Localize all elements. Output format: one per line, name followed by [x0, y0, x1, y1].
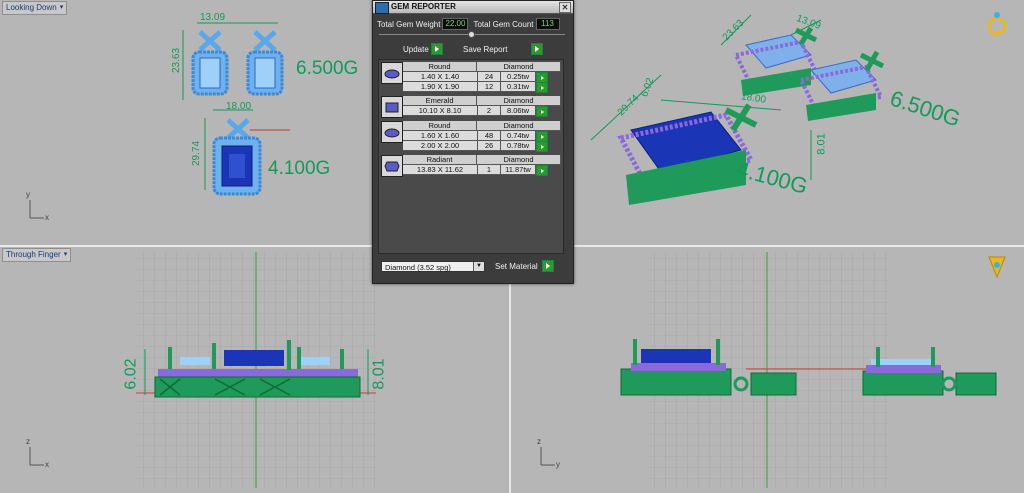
axis-z-label: z: [26, 437, 30, 446]
gem-tw: 0.31tw: [501, 82, 536, 92]
gem-table: Radiant Diamond 13.83 X 11.62 1 11.87tw: [403, 155, 561, 176]
gem-list[interactable]: Round Diamond 1.40 X 1.40 24 0.25tw 1.90…: [378, 59, 564, 254]
axis-y-label: y: [556, 460, 560, 469]
set-material-label: Set Material: [495, 261, 538, 271]
gem-dim: 13.83 X 11.62: [403, 165, 478, 175]
dim-earring-height: 23.63: [171, 47, 183, 74]
update-label: Update: [403, 44, 429, 54]
gem-table: Round Diamond 1.40 X 1.40 24 0.25tw 1.90…: [403, 62, 561, 93]
material-select-value: Diamond (3.52 spg): [385, 262, 451, 272]
set-material-button[interactable]: [541, 260, 554, 272]
dim-front-right-height: 8.01: [370, 358, 388, 390]
axis-x-label: x: [45, 213, 49, 222]
dim-earring-width: 13.09: [200, 12, 226, 23]
dim-front-left-height: 6.02: [122, 358, 140, 390]
gem-count: 12: [478, 82, 501, 92]
gem-material: Diamond: [477, 121, 561, 131]
material-row: Diamond (3.52 spg) ▼ Set Material: [381, 260, 554, 272]
total-count-value: 113: [535, 18, 560, 30]
gem-tw: 0.74tw: [501, 131, 536, 141]
gem-count: 48: [478, 131, 501, 141]
gem-tw: 0.78tw: [501, 141, 536, 151]
material-select[interactable]: Diamond (3.52 spg) ▼: [381, 260, 485, 272]
total-weight-label: Total Gem Weight: [377, 19, 441, 29]
round-gem-icon: [381, 121, 403, 143]
emerald-gem-icon: [381, 96, 403, 118]
gem-shape: Radiant: [403, 155, 478, 165]
play-icon: [531, 43, 544, 55]
gem-shape: Round: [403, 121, 478, 131]
dim-pendant-height: 29.74: [191, 140, 203, 167]
select-gems-button[interactable]: [536, 106, 548, 117]
gem-tw: 8.06tw: [501, 106, 536, 116]
label-earring-weight: 6.500G: [296, 58, 359, 79]
gem-table: Round Diamond 1.60 X 1.60 48 0.74tw 2.00…: [403, 121, 561, 152]
gem-dim: 2.00 X 2.00: [403, 141, 478, 151]
pendant-icon[interactable]: [988, 256, 1006, 279]
select-gems-button[interactable]: [536, 141, 548, 152]
viewport-perspective[interactable]: 23.63 13.09 29.74 6.02 18.00 8.01 6.500G…: [511, 0, 1024, 245]
dim-persp-side-height: 8.01: [815, 133, 828, 155]
gem-reporter-panel: GEM REPORTER ✕ Total Gem Weight 22.00 To…: [372, 0, 574, 284]
select-gems-button[interactable]: [536, 165, 548, 176]
panel-title: GEM REPORTER: [391, 2, 456, 11]
gem-material: Diamond: [477, 62, 561, 72]
right-view-canvas: [540, 252, 1006, 488]
earring-3d-back: [733, 26, 819, 96]
close-icon[interactable]: ✕: [559, 2, 571, 13]
gem-count: 26: [478, 141, 501, 151]
earring-left: [191, 30, 229, 96]
ring-icon[interactable]: [987, 12, 1007, 36]
total-count-label: Total Gem Count: [473, 19, 534, 29]
label-pendant-weight: 4.100G: [268, 158, 331, 179]
gem-tw: 0.25tw: [501, 72, 536, 82]
axis-x-label: x: [45, 460, 49, 469]
panel-titlebar[interactable]: GEM REPORTER ✕: [373, 1, 573, 14]
update-button[interactable]: Update: [403, 43, 443, 55]
gem-dim: 1.40 X 1.40: [403, 72, 478, 82]
gem-dim: 10.10 X 8.10: [403, 106, 478, 116]
totals-row: Total Gem Weight 22.00 Total Gem Count 1…: [377, 18, 560, 30]
gem-count: 2: [478, 106, 501, 116]
axis-z-label: z: [537, 437, 541, 446]
gem-material: Diamond: [477, 96, 561, 106]
gem-material: Diamond: [477, 155, 561, 165]
dim-pendant-width: 18.00: [226, 101, 252, 112]
radiant-gem-icon: [381, 155, 403, 177]
gem-reporter-icon: [375, 2, 389, 14]
viewport-right[interactable]: z y: [511, 247, 1024, 493]
total-weight-value: 22.00: [442, 18, 469, 30]
select-gems-button[interactable]: [536, 82, 548, 93]
round-gem-icon: [381, 62, 403, 84]
axis-y-label: y: [26, 190, 30, 199]
gem-shape: Emerald: [403, 96, 478, 106]
save-report-button[interactable]: Save Report: [463, 43, 544, 55]
pendant-3d: [617, 103, 758, 205]
gem-table: Emerald Diamond 10.10 X 8.10 2 8.06tw: [403, 96, 561, 117]
gem-dim: 1.90 X 1.90: [403, 82, 478, 92]
gem-tw: 11.87tw: [501, 165, 536, 175]
gem-count: 24: [478, 72, 501, 82]
save-report-label: Save Report: [463, 44, 508, 54]
pendant-top: [212, 118, 262, 196]
play-icon: [430, 43, 443, 55]
chevron-down-icon[interactable]: ▼: [473, 261, 484, 271]
gem-shape: Round: [403, 62, 478, 72]
splitter-handle[interactable]: [468, 31, 475, 38]
gem-dim: 1.60 X 1.60: [403, 131, 478, 141]
earring-3d-front: [798, 50, 885, 121]
earring-right: [246, 30, 284, 96]
gem-count: 1: [478, 165, 501, 175]
